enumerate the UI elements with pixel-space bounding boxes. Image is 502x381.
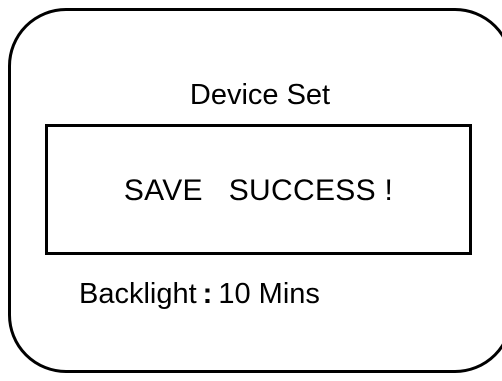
backlight-setting-row: Backlight:10 Mins [79, 275, 320, 313]
setting-separator: : [202, 278, 213, 310]
backlight-value: 10 Mins [218, 278, 320, 310]
save-success-message: SAVE SUCCESS ! [123, 174, 394, 207]
backlight-label: Backlight [79, 278, 197, 310]
screen-title: Device Set [189, 79, 331, 111]
save-success-message-box: SAVE SUCCESS ! [45, 124, 472, 255]
